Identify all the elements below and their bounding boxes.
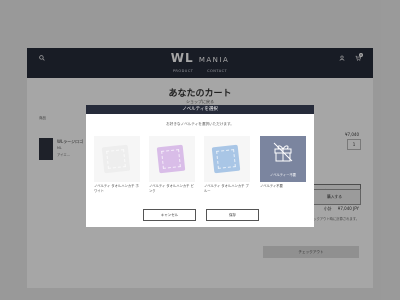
novelty-thumb-blue[interactable] [204,136,250,182]
novelty-thumb-pink[interactable] [149,136,195,182]
cancel-button[interactable]: キャンセル [143,209,196,221]
novelty-modal: ノベルティを選択 お好きなノベルティを選択いただけます。 ノベルティ タオルハン… [86,105,314,227]
novelty-option-pink[interactable]: ノベルティ タオルハンカチ ピンク [149,136,195,194]
novelty-option-none[interactable]: ノベルティー不要 ノベルティ不要 [260,136,306,189]
modal-subtitle: お好きなノベルティを選択いただけます。 [166,122,234,126]
novelty-caption: ノベルティ タオルハンカチ ピンク [149,184,194,193]
novelty-caption: ノベルティ タオルハンカチ ブルー [204,184,249,193]
novelty-caption: ノベルティ タオルハンカチ ホワイト [94,184,139,193]
towel-white [101,144,131,174]
modal-title: ノベルティを選択 [86,105,314,114]
novelty-caption: ノベルティ不要 [260,184,283,188]
novelty-option-blue[interactable]: ノベルティ タオルハンカチ ブルー [204,136,250,194]
save-button[interactable]: 保存 [206,209,259,221]
gift-icon [273,142,293,166]
towel-pink [156,144,186,174]
gift-thumb-label: ノベルティー不要 [269,173,297,177]
novelty-thumb-white[interactable] [94,136,140,182]
towel-blue [211,144,241,174]
novelty-option-white[interactable]: ノベルティ タオルハンカチ ホワイト [94,136,140,194]
novelty-thumb-none[interactable]: ノベルティー不要 [260,136,306,182]
